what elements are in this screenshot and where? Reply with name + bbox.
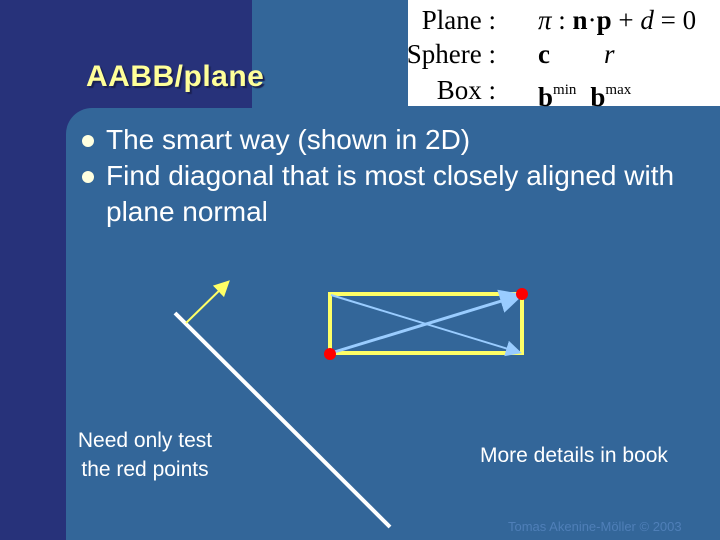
- note-line: the red points: [81, 458, 209, 481]
- plane-normal-arrow-icon: [185, 280, 230, 324]
- test-point-max: [516, 288, 528, 300]
- note-red-points: Need only test the red points: [60, 426, 230, 484]
- test-point-min: [324, 348, 336, 360]
- note-line: Need only test: [77, 429, 213, 452]
- copyright-footer: Tomas Akenine-Möller © 2003: [508, 519, 682, 534]
- note-more-details: More details in book: [480, 444, 668, 467]
